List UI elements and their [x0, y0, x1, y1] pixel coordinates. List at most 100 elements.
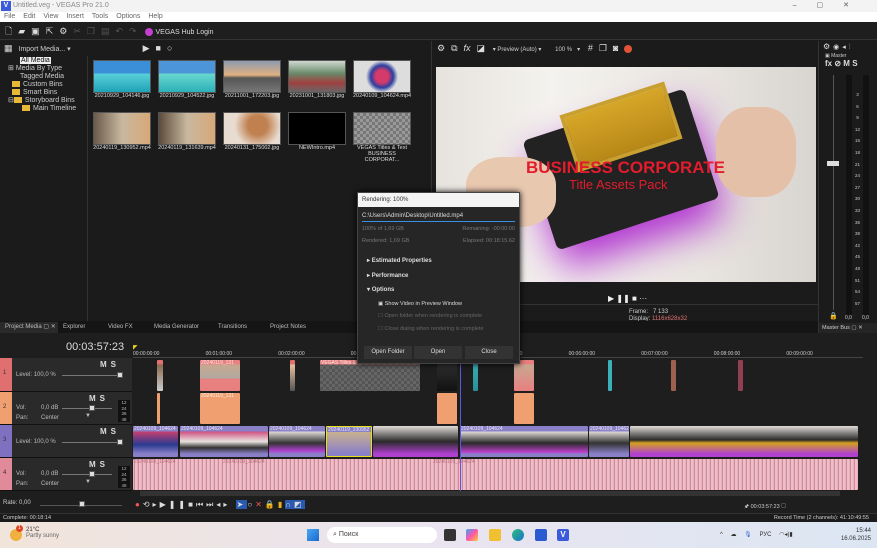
rate-slider-knob[interactable] — [79, 501, 85, 507]
audio-clip[interactable] — [514, 393, 534, 424]
tab-explorer[interactable]: Explorer — [63, 322, 85, 333]
preview-quality-select[interactable]: ▾ Preview (Auto) ▾ — [493, 47, 542, 53]
video-clip[interactable] — [630, 426, 858, 457]
track-header-2[interactable]: 2 MS Vol: 0,0 dB Pan: Center ▼ 12 24 36 48 — [0, 392, 132, 425]
search-icon[interactable]: ○ — [167, 41, 172, 55]
video-clip[interactable] — [514, 360, 534, 391]
more-options-button[interactable]: ··· — [639, 294, 647, 303]
level-slider[interactable] — [62, 375, 122, 376]
lock-icon[interactable]: 🔒 — [829, 312, 838, 320]
loop-button[interactable]: ⟲ — [143, 500, 153, 509]
copilot-icon[interactable] — [466, 529, 478, 541]
estimated-properties-expander[interactable]: ▸ Estimated Properties — [367, 254, 519, 269]
go-to-end-button[interactable]: ⏭ — [206, 500, 216, 509]
video-clip[interactable]: 20240109_104624 — [133, 426, 178, 457]
horizontal-scrollbar[interactable] — [140, 491, 840, 496]
solo-button[interactable]: S — [111, 360, 120, 369]
go-to-start-button[interactable]: ⏮ — [196, 500, 206, 509]
tree-custom-bins[interactable]: Custom Bins — [8, 81, 88, 89]
audio-clip[interactable]: 20240109_104624 20240109_104624 20240109_1… — [133, 459, 858, 490]
media-view-icon[interactable]: ▦ — [4, 41, 13, 55]
master-fader-knob[interactable] — [827, 161, 839, 166]
track-header-4[interactable]: 4 MS Vol: 0,0 dB Pan: Center ▼ 12 24 36 48 — [0, 458, 132, 491]
solo-button[interactable]: S — [100, 394, 109, 403]
record-button[interactable]: ● — [135, 500, 143, 509]
taskbar-search[interactable]: ⌕ Поиск — [327, 527, 437, 543]
tab-transitions[interactable]: Transitions — [218, 322, 247, 333]
vegas-record-icon[interactable] — [624, 45, 633, 54]
settings-gear-icon[interactable]: ⚙ — [823, 41, 830, 53]
tree-media-by-type[interactable]: ⊞ Media By Type — [8, 65, 88, 73]
split-screen-icon[interactable]: ◪ — [477, 41, 486, 55]
settings-gear-icon[interactable]: ⚙ — [59, 22, 67, 40]
import-media-button[interactable]: Import Media... ▾ — [19, 46, 71, 53]
menu-options[interactable]: Options — [116, 13, 140, 20]
weather-widget[interactable]: 1 21°C Partly sunny — [10, 525, 59, 541]
media-item[interactable]: 20210929_104522.jpg — [158, 60, 216, 99]
auto-ripple-icon[interactable]: ◩ — [294, 500, 305, 509]
lock-icon[interactable]: 🔒 — [265, 500, 278, 509]
master-bus-tab[interactable]: Master Bus ▢ ✕ — [819, 323, 877, 333]
mic-icon[interactable]: 🎙 — [744, 532, 752, 538]
master-mute-button[interactable]: M — [843, 59, 850, 68]
play-button[interactable]: ▶ — [608, 294, 614, 303]
clock[interactable]: 15:44 16.06.2025 — [841, 527, 871, 543]
media-item[interactable]: 20210929_104146.jpg — [93, 60, 151, 99]
copy-snapshot-icon[interactable]: ❐ — [599, 41, 607, 55]
menu-tools[interactable]: Tools — [92, 13, 108, 20]
mixer-icon[interactable]: ⫶ — [849, 42, 851, 54]
audio-clip[interactable]: 20240119_131 — [200, 393, 240, 424]
external-monitor-icon[interactable]: ⧉ — [451, 41, 457, 55]
pause-button[interactable]: ❚❚ — [169, 500, 188, 509]
pause-button[interactable]: ❚❚ — [616, 294, 629, 303]
window-controls[interactable]: –▢✕ — [793, 0, 869, 12]
volume-slider-knob[interactable] — [89, 471, 95, 477]
store-icon[interactable] — [535, 529, 547, 541]
track-header-3[interactable]: 3 MS Level: 100,0 % — [0, 425, 132, 458]
video-clip[interactable] — [290, 360, 295, 391]
volume-slider[interactable] — [62, 474, 112, 475]
tree-tagged-media[interactable]: Tagged Media — [8, 73, 88, 81]
snapping-icon[interactable]: ∩ — [285, 500, 295, 509]
play-icon[interactable]: ▶ — [143, 41, 150, 55]
new-file-icon[interactable]: 🗋 — [5, 22, 12, 40]
play-from-start-button[interactable]: ▸ — [153, 500, 160, 509]
title-clip[interactable]: VEGAS Titles & Text — [320, 360, 420, 391]
video-clip[interactable] — [608, 360, 612, 391]
video-clip[interactable]: 20240109_104624 — [180, 426, 268, 457]
video-clip[interactable] — [437, 360, 457, 391]
media-item[interactable]: 20240119_131639.mp4 — [158, 112, 216, 151]
open-button[interactable]: Open — [414, 346, 462, 359]
close-button[interactable]: Close — [465, 346, 513, 359]
open-folder-button[interactable]: Open Folder — [364, 346, 412, 359]
master-solo-button[interactable]: S — [852, 59, 857, 68]
edge-icon[interactable] — [512, 529, 524, 541]
onedrive-icon[interactable]: ☁ — [731, 532, 737, 538]
level-slider-knob[interactable] — [117, 439, 123, 445]
media-item[interactable]: 20240119_130952.mp4 — [93, 112, 151, 151]
video-clip[interactable] — [671, 360, 676, 391]
close-dialog-checkbox[interactable]: ☐ Close dialog when rendering is complet… — [378, 323, 519, 336]
playhead-marker[interactable]: ◤ — [133, 344, 138, 351]
mute-button[interactable]: M — [100, 427, 111, 436]
menu-help[interactable]: Help — [148, 13, 162, 20]
media-item[interactable]: 20211001_172203.jpg — [223, 60, 281, 99]
cut-icon[interactable]: ✂ — [73, 22, 81, 40]
level-slider-knob[interactable] — [117, 372, 123, 378]
show-video-checkbox[interactable]: ▣ Show Video in Preview Window — [378, 298, 519, 311]
video-clip[interactable]: 20240119_131 — [200, 360, 240, 391]
solo-button[interactable]: S — [100, 460, 109, 469]
master-fader-track[interactable] — [833, 75, 834, 310]
tree-main-timeline[interactable]: Main Timeline — [8, 105, 88, 113]
audio-clip[interactable] — [157, 393, 160, 424]
audio-clip[interactable] — [437, 393, 457, 424]
video-fx-icon[interactable]: fx — [464, 41, 471, 55]
tab-video-fx[interactable]: Video FX — [108, 322, 133, 333]
video-clip[interactable] — [157, 360, 163, 391]
level-slider[interactable] — [62, 442, 122, 443]
zoom-tool[interactable]: ○ — [247, 500, 255, 509]
start-button[interactable] — [307, 529, 319, 541]
video-clip-selected[interactable]: 20240119_130952 — [326, 426, 372, 457]
vegas-taskbar-icon[interactable]: V — [557, 529, 569, 541]
battery-icon[interactable]: ▮ — [789, 532, 792, 538]
